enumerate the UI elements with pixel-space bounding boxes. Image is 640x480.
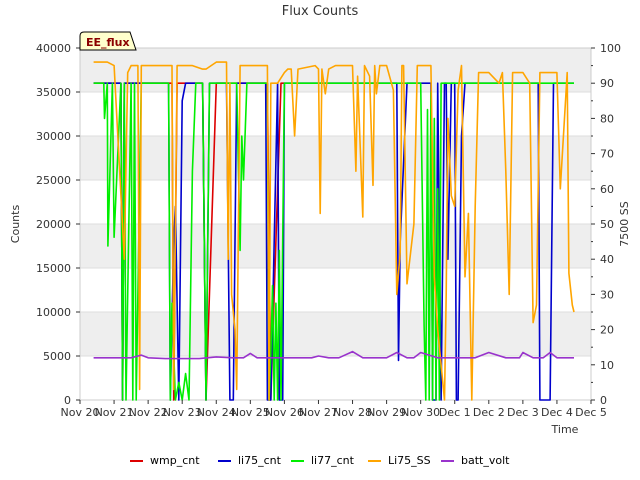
y2-tick-label: 60 — [600, 183, 614, 196]
y-tick-label: 15000 — [36, 262, 71, 275]
flux-counts-chart: Nov 20Nov 21Nov 22Nov 23Nov 24Nov 25Nov … — [9, 4, 631, 467]
y-tick-label: 40000 — [36, 42, 71, 55]
y2-tick-label: 90 — [600, 77, 614, 90]
background-band — [80, 136, 591, 180]
y-tick-label: 30000 — [36, 130, 71, 143]
legend-label-li77-cnt: li77_cnt — [311, 454, 355, 467]
y2-tick-label: 10 — [600, 359, 614, 372]
y-tick-label: 10000 — [36, 306, 71, 319]
x-axis-label: Time — [551, 423, 579, 436]
background-band — [80, 312, 591, 356]
y-axis-label: Counts — [9, 205, 22, 244]
x-tick-label: Dec 4 — [541, 406, 573, 419]
x-tick-label: Dec 5 — [575, 406, 607, 419]
legend: wmp_cnt li75_cnt li77_cnt Li75_SS batt_volt — [130, 454, 510, 467]
legend-label-li75-cnt: li75_cnt — [238, 454, 282, 467]
badge-label: EE_flux — [86, 36, 130, 49]
y-tick-label: 25000 — [36, 174, 71, 187]
x-tick-label: Dec 2 — [473, 406, 505, 419]
y-tick-label: 5000 — [43, 350, 71, 363]
y2-tick-label: 30 — [600, 288, 614, 301]
y2-tick-label: 20 — [600, 324, 614, 337]
y-tick-label: 0 — [64, 394, 71, 407]
background-band — [80, 48, 591, 92]
y-tick-label: 20000 — [36, 218, 71, 231]
y-tick-label: 35000 — [36, 86, 71, 99]
x-tick-label: Nov 30 — [401, 406, 440, 419]
y2-tick-label: 70 — [600, 148, 614, 161]
legend-label-wmp-cnt: wmp_cnt — [150, 454, 200, 467]
background-band — [80, 224, 591, 268]
x-tick-label: Dec 1 — [439, 406, 471, 419]
legend-label-li75-ss: Li75_SS — [388, 454, 431, 467]
x-tick-label: Dec 3 — [507, 406, 539, 419]
y2-tick-label: 50 — [600, 218, 614, 231]
y2-axis-label: 7500 SS — [618, 201, 631, 246]
y2-tick-label: 100 — [600, 42, 621, 55]
y2-tick-label: 0 — [600, 394, 607, 407]
y2-axis-ticks: 0 10 20 30 40 50 60 70 80 90 100 — [591, 42, 621, 407]
x-axis-ticks: Nov 20Nov 21Nov 22Nov 23Nov 24Nov 25Nov … — [61, 400, 607, 419]
ee-flux-badge: EE_flux — [79, 31, 137, 51]
chart-title: Flux Counts — [282, 4, 359, 19]
legend-label-batt-volt: batt_volt — [461, 454, 510, 467]
y2-tick-label: 80 — [600, 112, 614, 125]
y2-tick-label: 40 — [600, 253, 614, 266]
y-axis-ticks: 0 5000 10000 15000 20000 25000 30000 35000 40000 — [36, 42, 80, 407]
